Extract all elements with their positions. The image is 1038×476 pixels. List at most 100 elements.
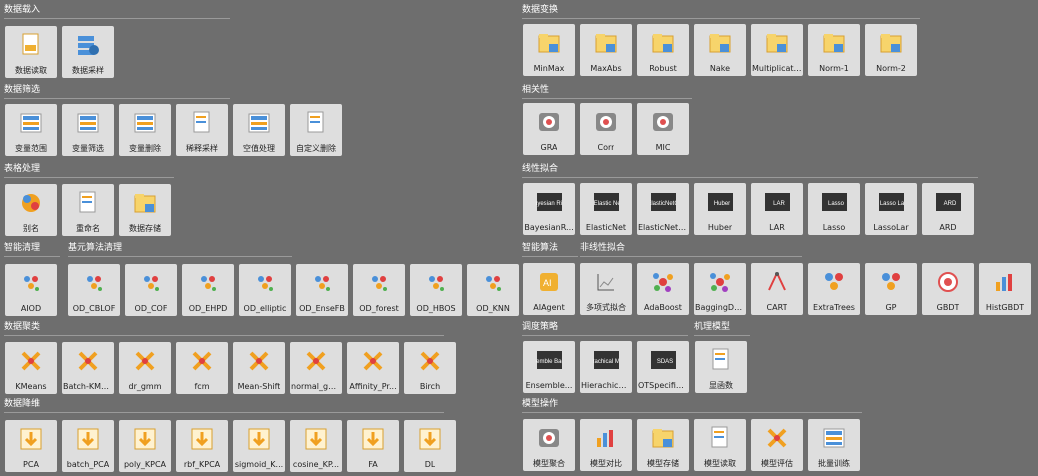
tile-basecalc-7[interactable]: OD_KNN [467,264,519,316]
tile-transform-2[interactable]: Robust [637,24,689,76]
tile-reduce-5[interactable]: cosine_KP... [290,420,342,472]
tile-transform-4[interactable]: Multiplication [751,24,803,76]
tile-cluster-2[interactable]: dr_gmm [119,342,171,394]
tile-cluster-5[interactable]: normal_gmm [290,342,342,394]
tile-reduce-1[interactable]: batch_PCA [62,420,114,472]
tile-cluster-1[interactable]: Batch-KMe... [62,342,114,394]
tile-corr-2[interactable]: MIC [637,103,689,155]
tile-nonlinear-4[interactable]: ExtraTrees [808,263,860,315]
tile-label: BaggingDe... [695,303,745,312]
tile-nonlinear-2[interactable]: BaggingDe... [694,263,746,315]
tile-filter-1[interactable]: 变量筛选 [62,104,114,156]
tile-data-sample[interactable]: 数据采样 [62,26,114,78]
tile-basecalc-5[interactable]: OD_forest [353,264,405,316]
tile-linear-5[interactable]: Lasso Lasso [808,183,860,235]
database-icon [75,32,101,58]
tile-reduce-7[interactable]: DL [404,420,456,472]
tile-filter-0[interactable]: 变量范围 [5,104,57,156]
tile-basecalc-4[interactable]: OD_EnseFB [296,264,348,316]
tile-modelop-5[interactable]: 批量训练 [808,419,860,471]
tile-transform-6[interactable]: Norm-2 [865,24,917,76]
tile-modelop-4[interactable]: 模型评估 [751,419,803,471]
tile-nonlinear-1[interactable]: AdaBoost [637,263,689,315]
text-icon: ElasticNetCV [650,189,676,215]
row-cluster: KMeans Batch-KMe... dr_gmm fcm Mean-Shift nor… [5,342,461,394]
tile-table-0[interactable]: 别名 [5,184,57,236]
tile-smartalg-0[interactable]: AI AIAgent [523,263,575,315]
tile-table-1[interactable]: 重命名 [62,184,114,236]
text-icon: Ensemble Bagging [536,347,562,373]
tile-nonlinear-3[interactable]: CART [751,263,803,315]
down-icon [132,426,158,452]
tile-reduce-6[interactable]: FA [347,420,399,472]
tile-schedule-2[interactable]: SDAS OTSpecifie... [637,341,689,393]
tile-nonlinear-6[interactable]: GBDT [922,263,974,315]
tile-modelop-2[interactable]: 模型存储 [637,419,689,471]
tile-label: GP [885,303,897,312]
tile-reduce-3[interactable]: rbf_KPCA [176,420,228,472]
tile-linear-2[interactable]: ElasticNetCV ElasticNetCV [637,183,689,235]
divider [522,412,862,413]
section-linear: 线性拟合 [522,163,978,178]
chart-icon [593,269,619,295]
tile-basecalc-6[interactable]: OD_HBOS [410,264,462,316]
tile-cluster-0[interactable]: KMeans [5,342,57,394]
tile-filter-3[interactable]: 稀释采样 [176,104,228,156]
tile-cluster-3[interactable]: fcm [176,342,228,394]
tile-basecalc-3[interactable]: OD_elliptic [239,264,291,316]
tile-basecalc-2[interactable]: OD_EHPD [182,264,234,316]
tile-nonlinear-5[interactable]: GP [865,263,917,315]
tile-linear-7[interactable]: ARD ARD [922,183,974,235]
tile-cluster-6[interactable]: Affinity_Pr... [347,342,399,394]
tile-reduce-2[interactable]: poly_KPCA [119,420,171,472]
tile-label: Lasso [822,223,846,232]
section-reduce: 数据降维 [4,398,444,413]
tile-label: AdaBoost [644,303,682,312]
tile-modelop-3[interactable]: 模型读取 [694,419,746,471]
tile-transform-5[interactable]: Norm-1 [808,24,860,76]
down-icon [75,426,101,452]
down-icon [360,426,386,452]
section-table: 表格处理 [4,163,174,178]
tile-table-2[interactable]: 数据存储 [119,184,171,236]
tile-label: Batch-KMe... [63,382,113,391]
tile-filter-2[interactable]: 变量删除 [119,104,171,156]
tile-nonlinear-0[interactable]: 多项式拟合 [580,263,632,315]
svg-text:SDAS: SDAS [657,359,673,365]
divider [522,177,978,178]
tile-label: 变量范围 [15,144,47,153]
tile-data-read[interactable]: 数据读取 [5,26,57,78]
tile-reduce-0[interactable]: PCA [5,420,57,472]
row-corr: GRA Corr MIC [523,103,694,155]
tile-reduce-4[interactable]: sigmoid_K... [233,420,285,472]
svg-text:Elastic Net: Elastic Net [594,201,619,207]
tile-filter-4[interactable]: 空值处理 [233,104,285,156]
section-load: 数据载入 [4,4,230,19]
tile-schedule-0[interactable]: Ensemble Bagging Ensemble... [523,341,575,393]
tile-basecalc-0[interactable]: OD_CBLOF [68,264,120,316]
divider [522,18,920,19]
tile-nonlinear-7[interactable]: HistGBDT [979,263,1031,315]
tile-modelop-1[interactable]: 模型对比 [580,419,632,471]
tile-schedule-1[interactable]: Hierachical Modify Hierachical... [580,341,632,393]
tile-transform-1[interactable]: MaxAbs [580,24,632,76]
tile-linear-4[interactable]: LAR LAR [751,183,803,235]
tile-linear-3[interactable]: Huber Huber [694,183,746,235]
tile-basecalc-1[interactable]: OD_COF [125,264,177,316]
tile-modelop-0[interactable]: 模型聚合 [523,419,575,471]
tile-transform-3[interactable]: Nake [694,24,746,76]
tile-cluster-4[interactable]: Mean-Shift [233,342,285,394]
tile-linear-0[interactable]: Bayesian Ridge BayesianR... [523,183,575,235]
text-icon: Elastic Net [593,189,619,215]
tile-mechanism-0[interactable]: 显函数 [695,341,747,393]
svg-text:Hierachical Modify: Hierachical Modify [593,359,619,365]
tile-label: Hierachical... [581,381,631,390]
tile-corr-1[interactable]: Corr [580,103,632,155]
tile-linear-6[interactable]: Lasso Lar LassoLar [865,183,917,235]
tile-corr-0[interactable]: GRA [523,103,575,155]
tile-smartclean-0[interactable]: AIOD [5,264,57,316]
tile-cluster-7[interactable]: Birch [404,342,456,394]
tile-filter-5[interactable]: 自定义删除 [290,104,342,156]
tile-transform-0[interactable]: MinMax [523,24,575,76]
tile-linear-1[interactable]: Elastic Net ElasticNet [580,183,632,235]
